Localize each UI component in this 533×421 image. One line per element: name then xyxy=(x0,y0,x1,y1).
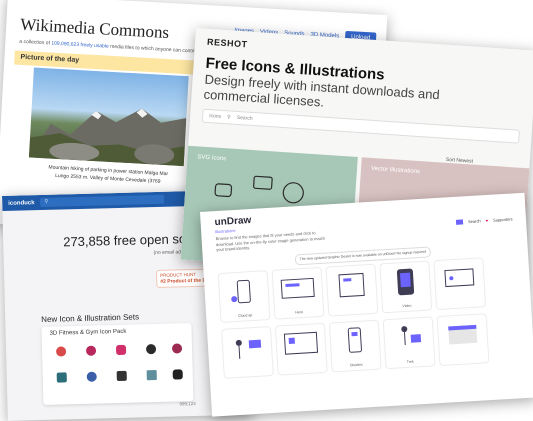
icon-count: 999,123 xyxy=(179,400,196,407)
phone-illustration xyxy=(231,279,251,304)
illustration-tile[interactable]: Dividers xyxy=(328,319,382,373)
tracker-icon xyxy=(172,369,183,380)
picture-of-the-day-image[interactable] xyxy=(28,67,189,167)
mobile-illustration xyxy=(347,327,362,353)
subtitle-link[interactable]: 109,090,623 freely usable xyxy=(51,40,109,49)
illustration-tile[interactable]: Video xyxy=(379,260,433,314)
illustration-tile[interactable] xyxy=(436,313,490,367)
illustration-tile[interactable]: Trek xyxy=(382,316,436,370)
badge-line-1: PRODUCT HUNT xyxy=(160,271,197,278)
reshot-search-bar[interactable]: Icons ⚲ Search xyxy=(201,108,520,144)
nav-search[interactable]: Search xyxy=(468,218,481,224)
new-sets-title: New Icon & Illustration Sets xyxy=(41,312,140,325)
person-walking-illustration xyxy=(401,326,422,346)
reshot-logo[interactable]: RESHOT xyxy=(207,37,248,50)
search-icon: ⚲ xyxy=(44,198,49,205)
illustration-tile[interactable]: Cloud ap xyxy=(217,270,271,323)
subtitle-suffix: media files to which anyone can contrib xyxy=(109,43,198,55)
subtitle-prefix: a collection of xyxy=(19,38,51,47)
tile-label xyxy=(329,310,377,313)
chat-icon xyxy=(253,175,273,190)
message-icon xyxy=(214,183,233,198)
search-input[interactable]: ⚲ xyxy=(40,194,165,207)
phone-icon xyxy=(116,370,127,382)
section-label: Illustrations xyxy=(215,227,236,235)
people-illustration xyxy=(235,339,262,359)
undraw-screenshot: unDraw Illustrations Browse to find the … xyxy=(200,192,533,417)
icon-pack-name: 3D Fitness & Gym Icon Pack xyxy=(49,328,127,337)
plate-icon xyxy=(171,343,183,354)
tile-label xyxy=(440,359,488,362)
dumbbell-icon xyxy=(115,344,127,356)
clock-24-icon xyxy=(282,182,304,204)
illustration-tile[interactable] xyxy=(325,263,379,317)
tile-label xyxy=(437,303,485,306)
heart-icon[interactable]: ♥ xyxy=(486,218,489,223)
illustration-tile[interactable]: Hero xyxy=(271,266,325,320)
icon-pack-card[interactable]: 3D Fitness & Gym Icon Pack xyxy=(41,323,194,405)
site-title: Wikimedia Commons xyxy=(19,14,170,43)
search-placeholder: Search xyxy=(236,114,253,122)
color-swatch[interactable] xyxy=(455,219,464,225)
tile-label xyxy=(279,369,327,372)
window-illustration xyxy=(448,324,478,345)
illustration-tile[interactable] xyxy=(433,257,487,311)
undraw-logo[interactable]: unDraw xyxy=(214,215,251,228)
mountain-photo-graphic xyxy=(28,108,187,167)
illustration-tile[interactable] xyxy=(274,322,328,376)
document-illustration xyxy=(338,272,365,298)
bottle-icon xyxy=(146,370,157,381)
dashboard-illustration xyxy=(283,331,319,355)
nav-supporters[interactable]: Supporters xyxy=(493,216,513,222)
scale-icon xyxy=(56,372,67,383)
iconduck-logo[interactable]: iconduck xyxy=(8,200,34,207)
search-scope-select[interactable]: Icons xyxy=(209,113,221,120)
medal-icon xyxy=(86,371,97,382)
kettlebell-icon xyxy=(145,344,157,355)
browser-illustration xyxy=(280,277,315,299)
search-icon: ⚲ xyxy=(226,114,231,121)
photo-caption: Mountain hiking of parking in power stat… xyxy=(33,164,184,187)
video-illustration xyxy=(396,268,415,296)
computer-illustration xyxy=(444,268,475,288)
apple-icon xyxy=(55,346,67,357)
tile-label xyxy=(225,372,273,375)
ball-icon xyxy=(85,345,97,356)
illustration-tile[interactable] xyxy=(220,325,274,379)
undraw-nav: Search ♥ Supporters xyxy=(455,216,513,225)
